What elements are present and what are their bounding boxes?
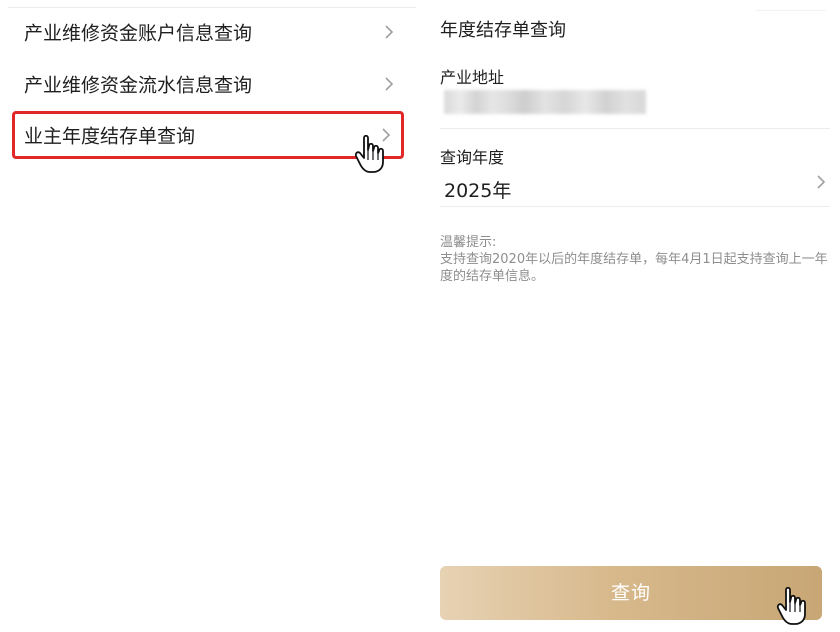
menu-item-account-info[interactable]: 产业维修资金账户信息查询 (12, 8, 404, 56)
year-label: 查询年度 (440, 148, 505, 167)
divider (440, 206, 830, 207)
menu-item-label: 产业维修资金流水信息查询 (24, 74, 253, 97)
screenshot-page: 产业维修资金账户信息查询 产业维修资金流水信息查询 业主年度结存单查询 年度结存… (0, 0, 840, 632)
hint-title: 温馨提示: (440, 235, 497, 250)
menu-item-label: 业主年度结存单查询 (24, 125, 196, 148)
chevron-right-icon (385, 25, 394, 39)
page-title: 年度结存单查询 (440, 20, 566, 41)
top-edge-element (756, 0, 826, 11)
year-select[interactable]: 2025年 (444, 176, 511, 203)
menu-item-annual-statement[interactable]: 业主年度结存单查询 (12, 111, 404, 159)
menu-item-flow-info[interactable]: 产业维修资金流水信息查询 (12, 60, 404, 108)
hint-text: 温馨提示: 支持查询2020年以后的年度结存单，每年4月1日起支持查询上一年度的… (440, 234, 832, 285)
hand-pointer-icon (354, 134, 384, 173)
menu-panel: 产业维修资金账户信息查询 产业维修资金流水信息查询 业主年度结存单查询 (0, 0, 418, 632)
address-value-redacted (444, 90, 646, 114)
chevron-right-icon (385, 77, 394, 91)
chevron-right-icon[interactable] (814, 172, 828, 192)
menu-item-label: 产业维修资金账户信息查询 (24, 22, 253, 45)
annual-statement-form: 年度结存单查询 产业地址 查询年度 2025年 温馨提示: 支持查询2020年以… (420, 0, 840, 632)
query-button[interactable]: 查询 (440, 566, 822, 620)
divider (440, 128, 830, 129)
hand-pointer-icon (776, 586, 806, 625)
address-label: 产业地址 (440, 68, 505, 87)
hint-body: 支持查询2020年以后的年度结存单，每年4月1日起支持查询上一年度的结存单信息。 (440, 252, 828, 284)
